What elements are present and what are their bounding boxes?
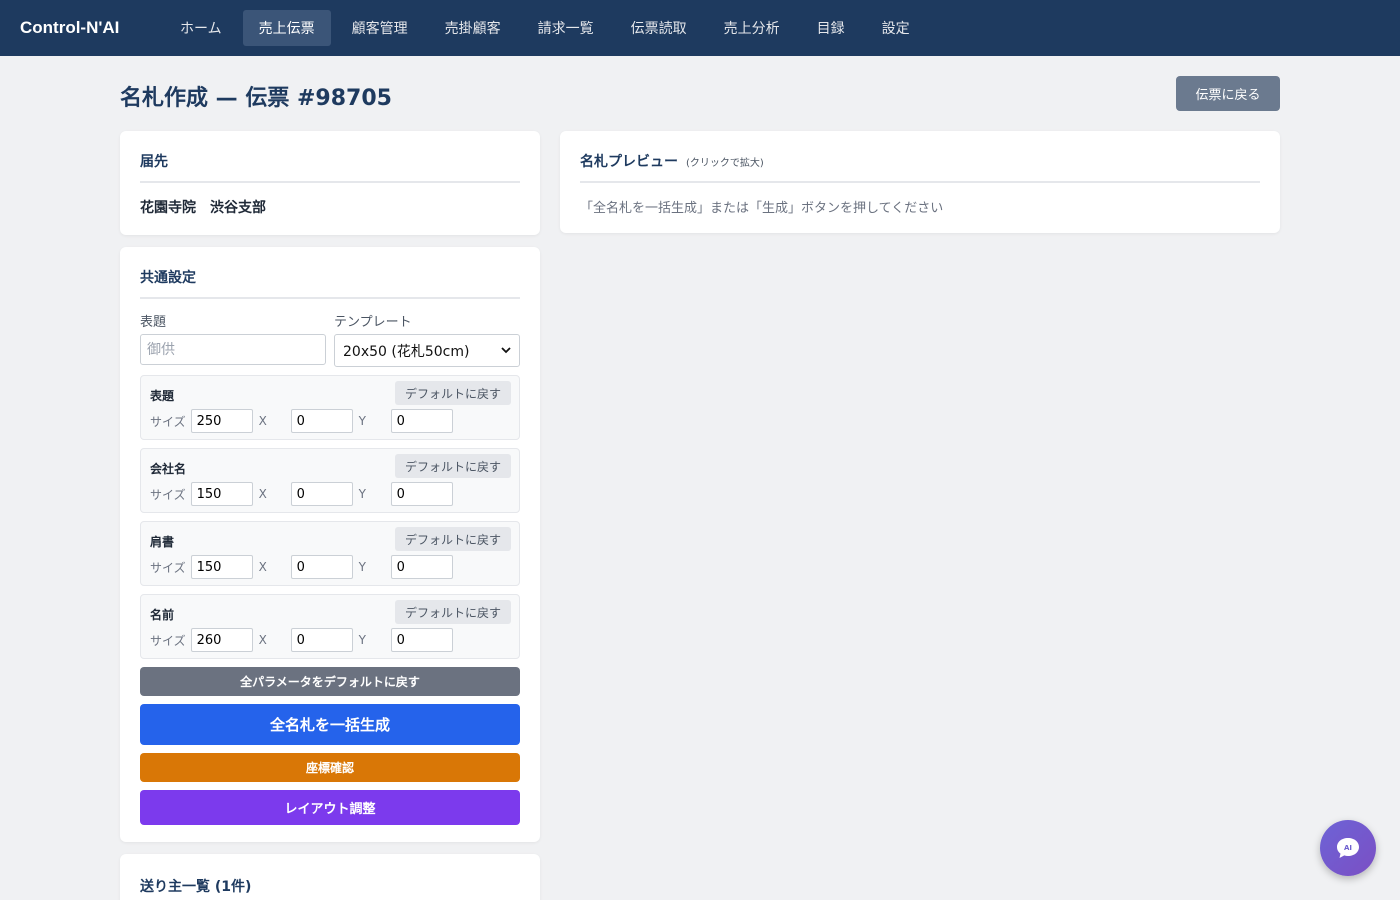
x-label: X (258, 487, 267, 501)
y-input[interactable] (390, 482, 453, 506)
nav-item-sales-analysis[interactable]: 売上分析 (708, 10, 796, 46)
back-to-slip-button[interactable]: 伝票に戻る (1176, 76, 1280, 111)
top-nav: Control-N'AI ホーム 売上伝票 顧客管理 売掛顧客 請求一覧 伝票読… (0, 0, 1400, 56)
chat-bubble-icon: AI (1337, 838, 1359, 858)
param-group-name: 名前 デフォルトに戻す サイズ X Y (140, 594, 520, 659)
check-coordinates-button[interactable]: 座標確認 (140, 753, 520, 782)
param-label: 肩書 (150, 535, 175, 549)
size-label: サイズ (150, 560, 186, 575)
reset-default-button[interactable]: デフォルトに戻す (395, 600, 511, 624)
x-input[interactable] (290, 409, 353, 433)
template-select[interactable]: 20x50 (花札50cm) (334, 334, 520, 367)
x-label: X (258, 633, 267, 647)
preview-card: 名札プレビュー (クリックで拡大) 「全名札を一括生成」または「生成」ボタンを押し… (560, 131, 1280, 233)
param-inputs: サイズ X Y (150, 409, 453, 433)
param-label: 会社名 (150, 462, 187, 476)
param-label: 表題 (150, 389, 175, 403)
senders-title: 送り主一覧 (1件) (140, 879, 252, 895)
generate-all-button[interactable]: 全名札を一括生成 (140, 704, 520, 745)
chevron-down-icon (501, 347, 511, 354)
template-field: テンプレート 20x50 (花札50cm) (334, 311, 520, 367)
destination-card: 届先 花園寺院 渋谷支部 (120, 131, 540, 235)
x-input[interactable] (290, 628, 353, 652)
common-settings-card: 共通設定 表題 テンプレート 20x50 (花札50cm) 表題 デフォルトに戻… (120, 247, 540, 842)
preview-message: 「全名札を一括生成」または「生成」ボタンを押してください (580, 201, 944, 216)
x-input[interactable] (290, 555, 353, 579)
nav-item-catalog[interactable]: 目録 (801, 10, 861, 46)
heading-label: 表題 (140, 315, 167, 330)
y-input[interactable] (390, 409, 453, 433)
common-fields-row: 表題 テンプレート 20x50 (花札50cm) (140, 311, 520, 367)
size-input[interactable] (190, 409, 253, 433)
param-inputs: サイズ X Y (150, 555, 453, 579)
common-settings-title: 共通設定 (140, 267, 520, 299)
reset-default-button[interactable]: デフォルトに戻す (395, 381, 511, 405)
preview-title-row: 名札プレビュー (クリックで拡大) (580, 151, 1260, 183)
x-input[interactable] (290, 482, 353, 506)
destination-title: 届先 (140, 151, 520, 183)
y-label: Y (358, 560, 366, 574)
nav-item-invoices[interactable]: 請求一覧 (522, 10, 610, 46)
x-label: X (258, 414, 267, 428)
param-inputs: サイズ X Y (150, 628, 453, 652)
size-label: サイズ (150, 414, 186, 429)
nav-item-slip-reader[interactable]: 伝票読取 (615, 10, 703, 46)
page-title: 名札作成 — 伝票 #98705 (120, 86, 392, 111)
size-label: サイズ (150, 487, 186, 502)
senders-card: 送り主一覧 (1件) (120, 854, 540, 900)
template-selected-value: 20x50 (花札50cm) (343, 343, 470, 360)
size-input[interactable] (190, 628, 253, 652)
preview-hint: (クリックで拡大) (686, 158, 764, 169)
adjust-layout-button[interactable]: レイアウト調整 (140, 790, 520, 825)
reset-default-button[interactable]: デフォルトに戻す (395, 454, 511, 478)
param-inputs: サイズ X Y (150, 482, 453, 506)
param-label: 名前 (150, 608, 175, 622)
heading-input[interactable] (140, 334, 326, 365)
y-label: Y (358, 633, 366, 647)
y-label: Y (358, 414, 366, 428)
reset-default-button[interactable]: デフォルトに戻す (395, 527, 511, 551)
destination-value: 花園寺院 渋谷支部 (140, 200, 266, 216)
x-label: X (258, 560, 267, 574)
preview-title: 名札プレビュー (580, 154, 678, 170)
brand-logo[interactable]: Control-N'AI (20, 18, 164, 38)
nav-item-sales-slips[interactable]: 売上伝票 (242, 10, 331, 46)
nav-items: ホーム 売上伝票 顧客管理 売掛顧客 請求一覧 伝票読取 売上分析 目録 設定 (164, 10, 931, 46)
ai-chat-button[interactable]: AI (1320, 820, 1376, 876)
y-input[interactable] (390, 628, 453, 652)
nav-item-settings[interactable]: 設定 (866, 10, 926, 46)
param-group-heading: 表題 デフォルトに戻す サイズ X Y (140, 375, 520, 440)
y-input[interactable] (390, 555, 453, 579)
size-input[interactable] (190, 555, 253, 579)
nav-item-home[interactable]: ホーム (164, 10, 238, 46)
template-label: テンプレート (334, 315, 412, 330)
nav-item-credit-customers[interactable]: 売掛顧客 (429, 10, 517, 46)
size-label: サイズ (150, 633, 186, 648)
nav-item-customers[interactable]: 顧客管理 (336, 10, 424, 46)
heading-field: 表題 (140, 311, 326, 367)
param-group-title: 肩書 デフォルトに戻す サイズ X Y (140, 521, 520, 586)
param-group-company: 会社名 デフォルトに戻す サイズ X Y (140, 448, 520, 513)
ai-label: AI (1344, 844, 1352, 852)
size-input[interactable] (190, 482, 253, 506)
y-label: Y (358, 487, 366, 501)
reset-all-params-button[interactable]: 全パラメータをデフォルトに戻す (140, 667, 520, 696)
